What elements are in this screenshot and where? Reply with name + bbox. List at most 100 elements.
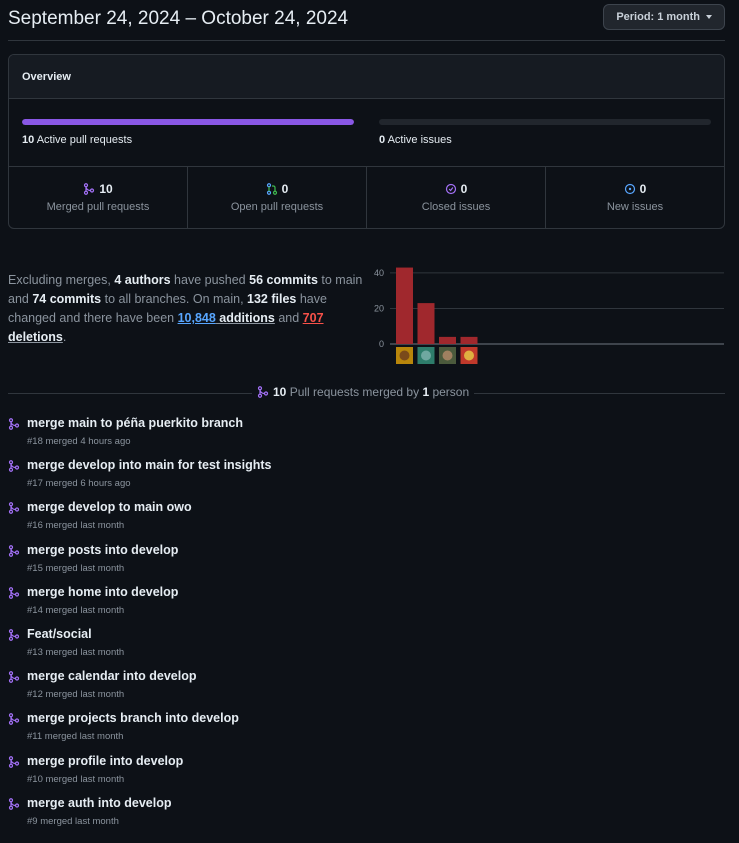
pr-list-item: merge develop into main for test insight… — [8, 458, 725, 500]
deletions-word[interactable]: deletions — [8, 330, 63, 344]
issue-opened-icon — [624, 183, 635, 195]
pr-list-item: merge projects branch into develop #11 me… — [8, 711, 725, 753]
summary-commits-main: 56 commits — [249, 273, 318, 287]
page-title: September 24, 2024 – October 24, 2024 — [8, 8, 349, 29]
summary-text: Excluding merges, — [8, 273, 115, 287]
git-merge-icon — [8, 755, 20, 768]
pr-list-item: merge auth into develop #9 merged last mo… — [8, 796, 725, 838]
active-issues-text: Active issues — [387, 134, 452, 146]
pr-title-link[interactable]: merge develop to main owo — [27, 500, 192, 514]
chart-bar[interactable] — [460, 336, 478, 344]
overview-bars: 10 Active pull requests 0 Active issues — [9, 99, 724, 167]
additions-word[interactable]: additions — [216, 311, 275, 325]
pr-list-item: merge profile into develop #10 merged las… — [8, 754, 725, 796]
git-merge-icon — [8, 671, 20, 683]
period-dropdown-button[interactable]: Period: 1 month — [603, 4, 725, 30]
contributor-avatar[interactable] — [439, 347, 456, 364]
pr-title-link[interactable]: merge posts into develop — [27, 543, 178, 557]
chart-ytick-label: 20 — [374, 303, 384, 313]
stat-count: 0 — [281, 182, 289, 196]
git-merge-icon — [8, 460, 20, 473]
pr-meta: #9 merged last month — [27, 815, 119, 827]
pr-list-item: merge calendar into develop #12 merged la… — [8, 669, 725, 711]
overview-panel: Overview 10 Active pull requests 0 Activ… — [8, 54, 725, 229]
summary-commits-all: 74 commits — [32, 292, 102, 306]
chart-ytick-label: 40 — [374, 268, 384, 278]
chart-bar[interactable] — [396, 267, 413, 344]
pr-meta: #15 merged last month — [27, 562, 125, 574]
git-merge-icon — [8, 713, 20, 726]
summary-text: and — [274, 311, 303, 325]
overview-stats: 10 Merged pull requests 0 Open pull requ… — [9, 167, 724, 228]
pr-title-link[interactable]: merge calendar into develop — [27, 669, 197, 683]
additions-link[interactable]: 10,848 — [178, 311, 216, 325]
pr-meta: #13 merged last month — [27, 646, 125, 658]
summary-authors: 4 authors — [114, 273, 171, 287]
pr-meta: #17 merged 6 hours ago — [27, 478, 131, 490]
summary-text: have pushed — [170, 273, 250, 287]
git-pull-request-icon — [266, 183, 277, 195]
active-prs-fill — [22, 119, 354, 125]
stat-closed-issues[interactable]: 0 Closed issues — [367, 167, 546, 228]
active-issues-block[interactable]: 0 Active issues — [379, 119, 711, 146]
period-label: Period: — [616, 11, 655, 23]
merged-summary: 10 Pull requests merged by 1 person — [252, 385, 475, 399]
chart-bar[interactable] — [439, 336, 456, 344]
stat-count: 10 — [99, 182, 113, 196]
git-merge-icon — [257, 386, 269, 398]
git-merge-icon — [8, 586, 20, 599]
contributor-avatar[interactable] — [460, 347, 478, 364]
stat-label: Open pull requests — [230, 201, 324, 213]
active-prs-block[interactable]: 10 Active pull requests — [22, 119, 354, 146]
git-merge-icon — [84, 183, 95, 195]
active-prs-count: 10 — [22, 134, 35, 146]
active-prs-track — [22, 119, 354, 125]
pr-meta: #10 merged last month — [27, 773, 125, 785]
pr-list-item: Feat/social #13 merged last month — [8, 627, 725, 669]
chart-ytick-label: 0 — [379, 339, 384, 349]
pr-meta: #16 merged last month — [27, 520, 125, 532]
caret-down-icon — [706, 15, 712, 19]
chart-bar[interactable] — [417, 303, 435, 344]
pr-title-link[interactable]: merge projects branch into develop — [27, 711, 239, 725]
pr-list-item: merge develop to main owo #16 merged last… — [8, 500, 725, 542]
deletions-link[interactable]: 707 — [303, 311, 324, 325]
git-merge-icon — [8, 629, 20, 641]
contributor-avatar[interactable] — [396, 347, 413, 364]
pr-title-link[interactable]: merge develop into main for test insight… — [27, 458, 271, 472]
git-merge-icon — [8, 797, 20, 810]
period-value: 1 month — [657, 11, 700, 23]
page-header: September 24, 2024 – October 24, 2024 Pe… — [8, 0, 725, 41]
pr-title-link[interactable]: Feat/social — [27, 627, 92, 641]
active-issues-label: 0 Active issues — [379, 134, 711, 146]
pr-list-item: merge posts into develop #15 merged last … — [8, 543, 725, 585]
pr-title-link[interactable]: merge profile into develop — [27, 754, 183, 768]
active-issues-count: 0 — [379, 134, 386, 146]
merged-text: person — [429, 385, 470, 399]
git-merge-icon — [8, 502, 20, 515]
contributors-chart: 0 20 40 — [374, 267, 724, 364]
merged-count: 10 — [273, 385, 287, 399]
pr-list-item: merge main to péña puerkito branch #18 me… — [8, 416, 725, 458]
pr-title-link[interactable]: merge auth into develop — [27, 796, 171, 810]
pr-title-link[interactable]: merge main to péña puerkito branch — [27, 416, 243, 430]
overview-title: Overview — [9, 55, 724, 99]
summary-text: . — [62, 330, 67, 344]
stat-count: 0 — [639, 182, 647, 196]
stat-new-issues[interactable]: 0 New issues — [546, 167, 724, 228]
issue-closed-icon — [445, 183, 456, 195]
pr-title-link[interactable]: merge home into develop — [27, 585, 178, 599]
merged-text: Pull requests merged by — [286, 385, 423, 399]
active-issues-track — [379, 119, 711, 125]
pr-meta: #11 merged last month — [27, 731, 124, 743]
pr-meta: #12 merged last month — [27, 689, 125, 701]
stat-count: 0 — [460, 182, 468, 196]
contributor-avatar[interactable] — [417, 347, 435, 364]
stat-label: New issues — [606, 201, 664, 213]
active-prs-text: Active pull requests — [36, 134, 133, 146]
stat-open-prs[interactable]: 0 Open pull requests — [188, 167, 367, 228]
pr-meta: #18 merged 4 hours ago — [27, 436, 131, 447]
stat-label: Merged pull requests — [46, 201, 150, 213]
stat-merged-prs[interactable]: 10 Merged pull requests — [9, 167, 188, 228]
summary-files: 132 files — [247, 292, 297, 306]
